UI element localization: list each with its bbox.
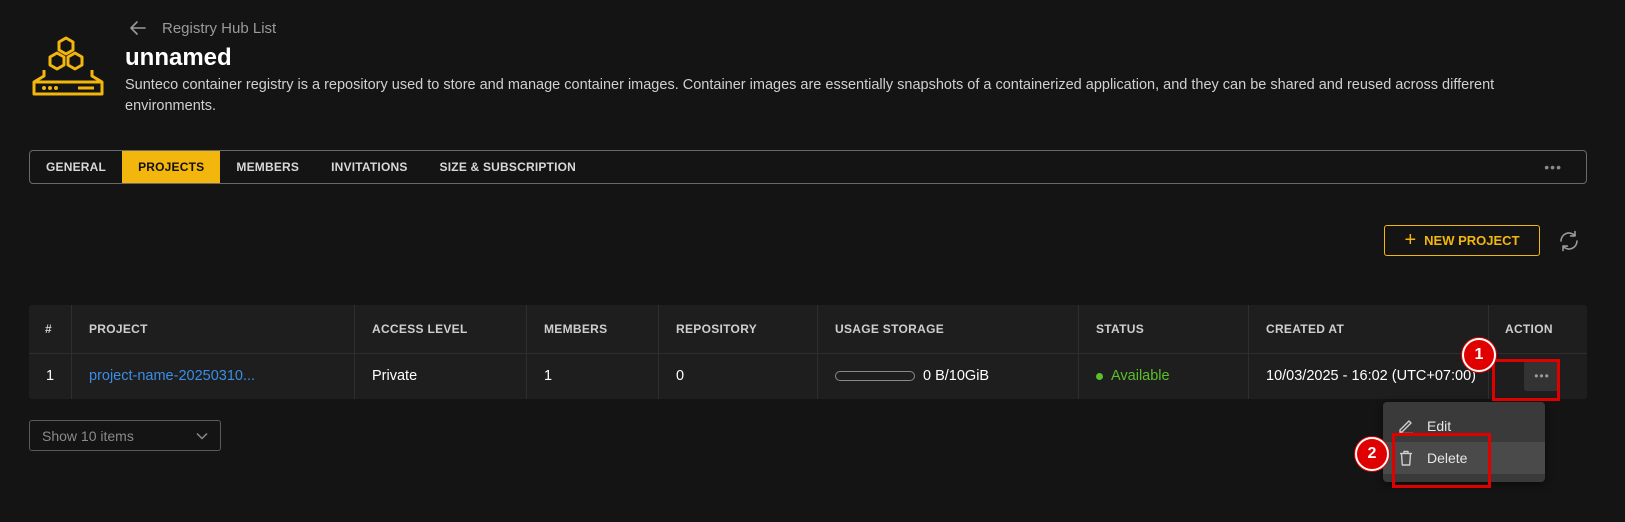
table-row: 1 project-name-20250310... Private 1 0 0…: [29, 353, 1587, 399]
row-index: 1: [46, 368, 55, 384]
tab-projects[interactable]: PROJECTS: [122, 151, 221, 183]
tab-size-subscription[interactable]: SIZE & SUBSCRIPTION: [424, 151, 592, 183]
column-header-usage-storage: USAGE STORAGE: [817, 305, 1078, 353]
step-badge-2: 2: [1355, 437, 1389, 471]
column-header-project: PROJECT: [71, 305, 354, 353]
cell-access-level: Private: [354, 353, 526, 399]
plus-icon: +: [1404, 228, 1417, 251]
back-link-label: Registry Hub List: [162, 19, 277, 37]
project-name-link[interactable]: project-name-20250310...: [89, 368, 255, 384]
back-link[interactable]: Registry Hub List: [128, 18, 276, 38]
highlight-delete-item: [1392, 433, 1491, 488]
column-header-repository: REPOSITORY: [658, 305, 817, 353]
tab-invitations[interactable]: INVITATIONS: [315, 151, 423, 183]
cell-repository: 0: [658, 353, 817, 399]
cell-members: 1: [526, 353, 658, 399]
column-header-access-level: ACCESS LEVEL: [354, 305, 526, 353]
column-header-action: ACTION: [1488, 305, 1587, 353]
tabs-more-icon[interactable]: •••: [1520, 151, 1586, 183]
tab-members[interactable]: MEMBERS: [220, 151, 315, 183]
projects-table: # PROJECT ACCESS LEVEL MEMBERS REPOSITOR…: [29, 305, 1587, 399]
page-size-value: Show 10 items: [42, 427, 134, 444]
status-dot-icon: [1096, 372, 1103, 380]
table-header: # PROJECT ACCESS LEVEL MEMBERS REPOSITOR…: [29, 305, 1587, 354]
highlight-action-button: [1492, 359, 1560, 401]
cell-usage-storage: 0 B/10GiB: [817, 353, 1078, 399]
cell-project: project-name-20250310...: [71, 353, 354, 399]
column-header-members: MEMBERS: [526, 305, 658, 353]
refresh-icon[interactable]: [1557, 229, 1581, 253]
column-header-index: #: [45, 322, 52, 336]
tab-general[interactable]: GENERAL: [30, 151, 122, 183]
column-header-created-at: CREATED AT: [1248, 305, 1488, 353]
new-project-label: NEW PROJECT: [1424, 233, 1520, 248]
storage-usage-text: 0 B/10GiB: [923, 368, 990, 384]
registry-hive-icon: [32, 36, 104, 96]
step-badge-1: 1: [1462, 338, 1496, 372]
status-badge: Available: [1111, 368, 1170, 384]
chevron-down-icon: [196, 432, 208, 440]
page-size-select[interactable]: Show 10 items: [29, 420, 221, 451]
cell-created-at: 10/03/2025 - 16:02 (UTC+07:00): [1248, 353, 1488, 399]
new-project-button[interactable]: + NEW PROJECT: [1384, 225, 1540, 256]
column-header-status: STATUS: [1078, 305, 1248, 353]
cell-status: Available: [1078, 353, 1248, 399]
page-description: Sunteco container registry is a reposito…: [125, 77, 1495, 114]
page-title: unnamed: [125, 44, 232, 71]
tab-bar: GENERAL PROJECTS MEMBERS INVITATIONS SIZ…: [29, 150, 1587, 184]
arrow-left-icon: [130, 21, 146, 35]
menu-item-edit-label: Edit: [1427, 418, 1452, 434]
storage-usage-bar: [835, 371, 915, 381]
